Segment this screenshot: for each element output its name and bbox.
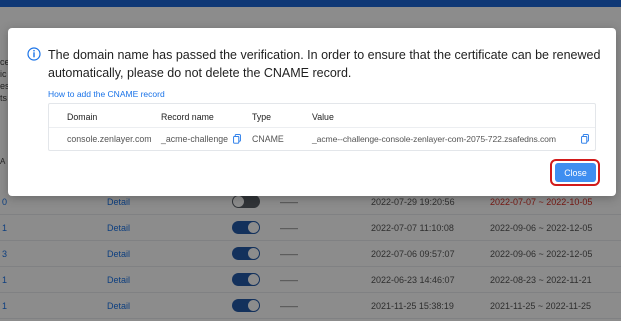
copy-record-name-icon[interactable] xyxy=(233,134,241,144)
domain-cell: console.zenlayer.com xyxy=(67,134,152,144)
verification-message: The domain name has passed the verificat… xyxy=(48,48,601,80)
cname-record-table: Domain Record name Type Value console.ze… xyxy=(48,103,596,151)
value-cell: _acme--challenge-console-zenlayer-com-20… xyxy=(312,134,556,144)
column-header-record-name: Record name xyxy=(161,112,214,122)
type-cell: CNAME xyxy=(252,134,284,144)
column-header-domain: Domain xyxy=(67,112,98,122)
column-header-type: Type xyxy=(252,112,272,122)
how-to-add-cname-link[interactable]: How to add the CNAME record xyxy=(48,89,165,99)
info-icon xyxy=(27,47,41,61)
column-header-value: Value xyxy=(312,112,334,122)
record-name-cell: _acme-challenge xyxy=(161,134,228,144)
close-button[interactable]: Close xyxy=(555,163,596,182)
cname-verification-dialog: The domain name has passed the verificat… xyxy=(8,28,616,196)
table-divider xyxy=(49,127,595,128)
copy-value-icon[interactable] xyxy=(581,134,589,144)
